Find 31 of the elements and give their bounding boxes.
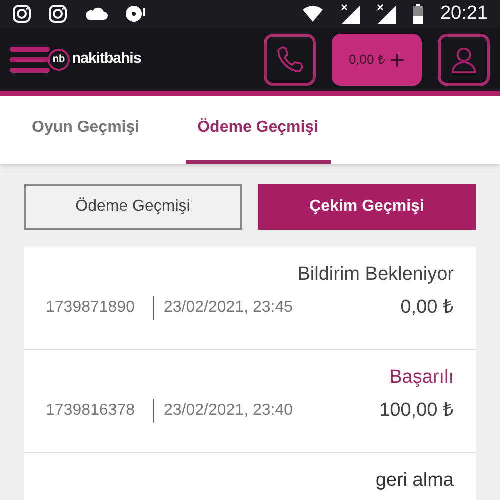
tab[interactable]: Ödeme Geçmişi — [186, 96, 331, 164]
instagram-icon — [48, 4, 68, 24]
transaction-status: geri alma — [376, 469, 454, 493]
transaction-status: Başarılı — [390, 366, 454, 390]
status-time: 20:21 — [440, 2, 488, 26]
profile-button[interactable] — [438, 34, 490, 86]
tab[interactable]: Oyun Geçmişi — [20, 96, 152, 164]
disc-icon — [124, 4, 146, 24]
history-toggle-button[interactable]: Ödeme Geçmişi — [24, 184, 242, 230]
phone-icon — [275, 44, 305, 74]
battery-icon — [412, 4, 424, 24]
history-toggle-button[interactable]: Çekim Geçmişi — [258, 184, 476, 230]
menu-icon[interactable] — [10, 44, 50, 74]
transaction-amount: 100,00 ₺ — [380, 398, 454, 422]
signal-icon — [340, 4, 360, 24]
instagram-icon — [12, 4, 32, 24]
transaction-row[interactable]: Bildirim Bekleniyor 1739871890 23/02/2021, 23:45 0,00 ₺ — [24, 247, 476, 350]
transaction-date: 23/02/2021, 23:40 — [152, 398, 293, 423]
transaction-row[interactable]: geri alma — [24, 453, 476, 500]
transaction-date: 23/02/2021, 23:45 — [152, 296, 293, 320]
logo-text: nakitbahis — [72, 49, 142, 70]
logo-mark: nb — [48, 48, 70, 70]
signal-icon — [376, 4, 396, 24]
wifi-icon — [302, 5, 324, 23]
transaction-row[interactable]: Başarılı 1739816378 23/02/2021, 23:40 100,00 ₺ — [24, 350, 476, 453]
transaction-id: 1739871890 — [46, 298, 135, 318]
transaction-status: Bildirim Bekleniyor — [298, 263, 454, 287]
phone-button[interactable] — [264, 34, 316, 86]
cloud-icon — [84, 6, 108, 22]
transaction-id: 1739816378 — [46, 400, 135, 421]
transaction-amount: 0,00 ₺ — [400, 296, 454, 320]
